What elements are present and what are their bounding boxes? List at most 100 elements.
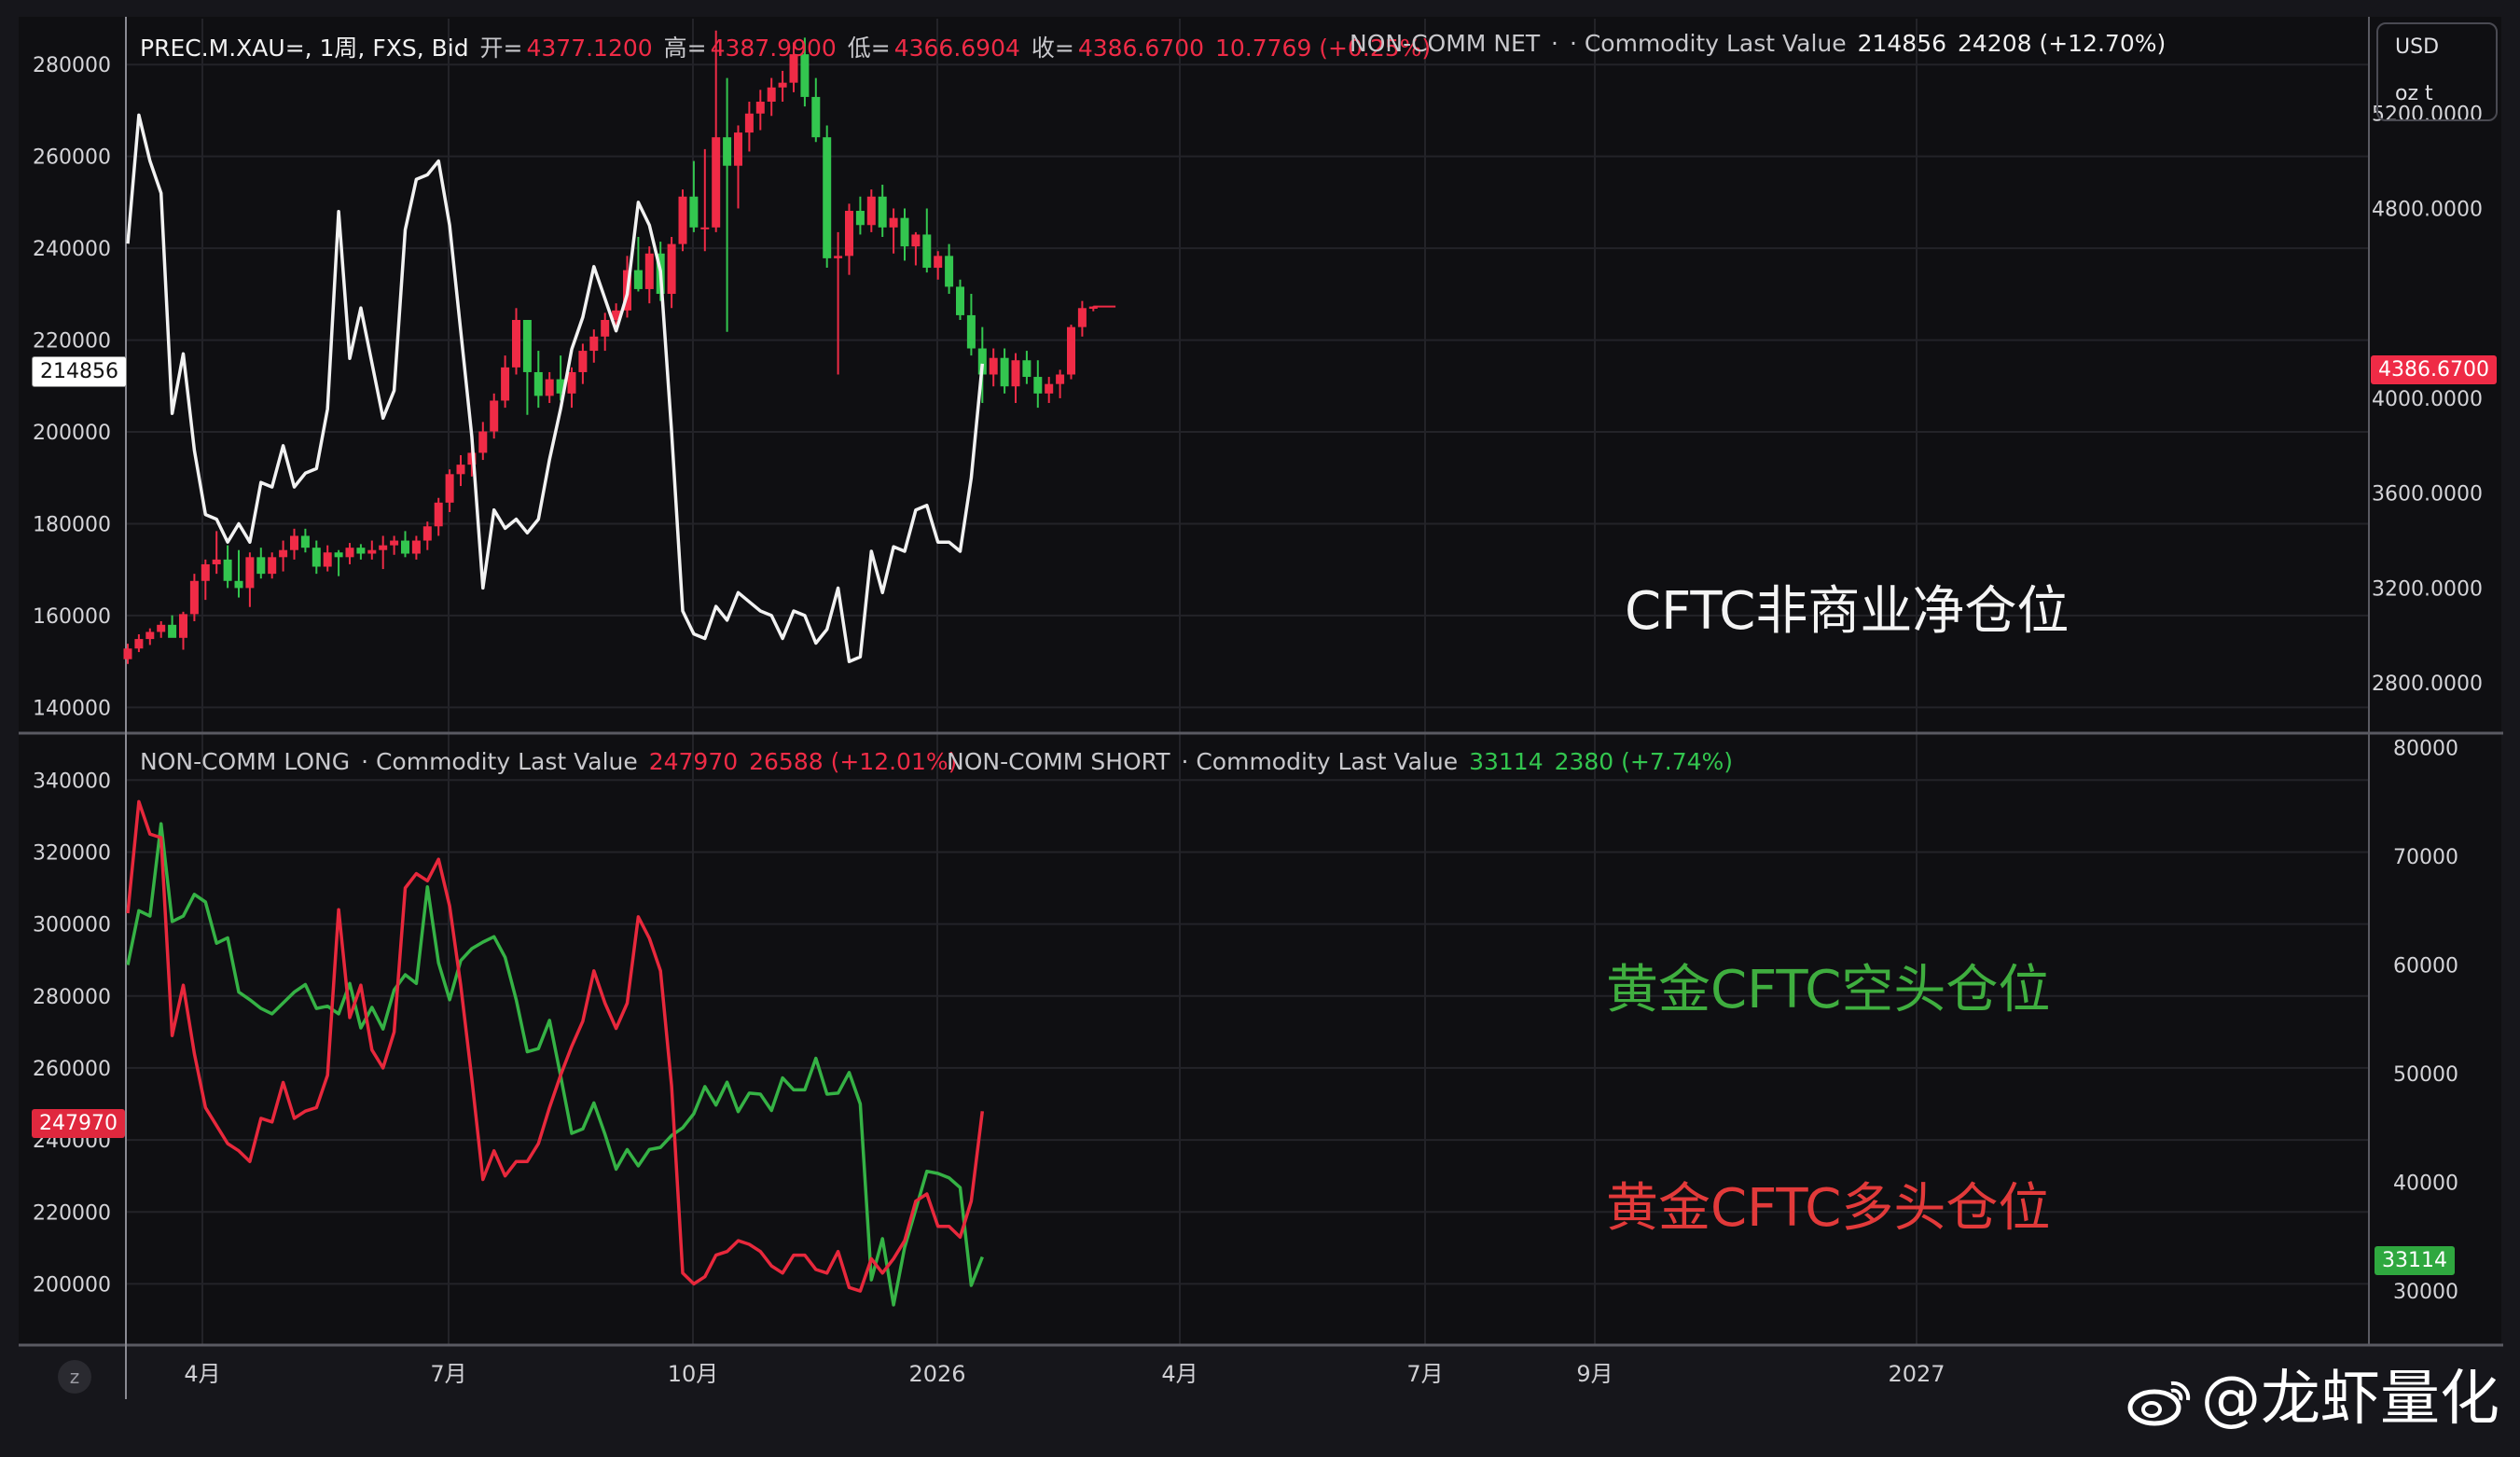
watermark: @龙虾量化 xyxy=(2126,1351,2499,1436)
candle-body xyxy=(945,256,954,287)
candle-body xyxy=(678,196,687,244)
left-axis-tick-top: 240000 xyxy=(33,238,111,261)
candle-body xyxy=(189,580,199,615)
weibo-logo-icon xyxy=(2127,1381,2191,1426)
candle-body xyxy=(401,540,409,554)
candle-body xyxy=(834,256,843,258)
long-change: 26588 (+12.01%) xyxy=(749,748,958,775)
right-axis-tick-bottom: 50000 xyxy=(2393,1063,2458,1087)
candle-body xyxy=(1000,357,1009,387)
x-axis-tick: 10月 xyxy=(668,1361,719,1387)
high-value: 4387.9900 xyxy=(710,35,837,62)
watermark-text: @龙虾量化 xyxy=(2201,1365,2499,1434)
close-label: 收= xyxy=(1031,35,1074,62)
candle-body xyxy=(123,648,132,659)
net-source: · Commodity Last Value xyxy=(1569,30,1847,57)
bottom-legend-short: NON-COMM SHORT · Commodity Last Value 33… xyxy=(947,748,1737,775)
candle-body xyxy=(445,474,454,503)
right-axis-tick-bottom: 70000 xyxy=(2393,846,2458,869)
short-source: · Commodity Last Value xyxy=(1181,748,1459,775)
candle-body xyxy=(212,559,221,564)
candle-body xyxy=(201,563,210,581)
candle-body xyxy=(1022,360,1032,378)
right-axis-tick-bottom: 60000 xyxy=(2393,955,2458,978)
left-axis-tick-top: 180000 xyxy=(33,513,111,536)
candle-body xyxy=(379,545,388,550)
left-axis-tick-bottom: 340000 xyxy=(33,770,111,793)
candle-body xyxy=(667,243,676,295)
chart-stage: 280000 260000 240000 220000 200000 180000 1600… xyxy=(0,0,2520,1453)
candle-body xyxy=(279,549,288,558)
candle-body xyxy=(312,548,321,567)
candle-body xyxy=(223,559,232,581)
x-axis-tick: 4月 xyxy=(184,1361,220,1387)
left-axis-tick-top: 260000 xyxy=(33,146,111,170)
candle-body xyxy=(956,286,964,315)
candle-body xyxy=(644,253,654,289)
left-axis-tick-bottom: 300000 xyxy=(33,914,111,937)
candle-body xyxy=(256,557,266,575)
candle-body xyxy=(1056,374,1065,384)
unit-selector[interactable]: USD oz t xyxy=(2376,22,2498,121)
candle-body xyxy=(911,234,921,247)
candle-body xyxy=(478,431,488,453)
short-annotation: 黄金CFTC空头仓位 xyxy=(1606,960,2051,1020)
x-axis-tick: 7月 xyxy=(1406,1361,1443,1387)
net-value: 214856 xyxy=(1857,30,1947,57)
open-value: 4377.1200 xyxy=(526,35,653,62)
candle-body xyxy=(300,535,310,548)
right-axis-tick-bottom: 80000 xyxy=(2393,738,2458,761)
right-axis-tick-top: 4000.0000 xyxy=(2372,388,2483,411)
candle-body xyxy=(845,211,853,257)
left-axis-tick-bottom: 200000 xyxy=(33,1273,111,1297)
candle-body xyxy=(633,270,643,289)
left-axis-tick-top: 220000 xyxy=(33,330,111,354)
candle-body xyxy=(434,502,443,527)
top-legend: PREC.M.XAU=, 1周, FXS, Bid 开= 4377.1200 高=… xyxy=(140,30,1434,63)
net-change: 24208 (+12.70%) xyxy=(1957,30,2167,57)
zoom-icon: z xyxy=(69,1366,80,1388)
candle-body xyxy=(723,137,732,166)
net-series-name[interactable]: NON-COMM NET xyxy=(1350,30,1540,57)
candle-body xyxy=(134,639,144,649)
long-series-name[interactable]: NON-COMM LONG xyxy=(140,748,350,775)
candle-body xyxy=(823,137,832,258)
short-change: 2380 (+7.74%) xyxy=(1554,748,1734,775)
candle-body xyxy=(755,102,765,114)
candle-body xyxy=(567,371,576,394)
net-annotation: CFTC非商业净仓位 xyxy=(1625,581,2070,642)
short-series-name[interactable]: NON-COMM SHORT xyxy=(947,748,1170,775)
candle-body xyxy=(878,196,887,228)
candle-body xyxy=(179,614,187,638)
long-value: 247970 xyxy=(648,748,739,775)
bottom-legend-long: NON-COMM LONG · Commodity Last Value 247… xyxy=(140,748,961,775)
x-axis-tick: 7月 xyxy=(430,1361,466,1387)
candle-body xyxy=(811,96,821,138)
left-axis-tick-top: 280000 xyxy=(33,54,111,77)
long-last-tag: 247970 xyxy=(32,1109,125,1138)
candle-body xyxy=(268,557,277,575)
x-axis-tick: 4月 xyxy=(1161,1361,1198,1387)
candle-body xyxy=(1067,326,1075,375)
candle-body xyxy=(934,256,943,269)
right-axis-tick-top: 4800.0000 xyxy=(2372,198,2483,221)
left-axis-tick-top: 160000 xyxy=(33,605,111,629)
high-label: 高= xyxy=(663,35,707,62)
right-axis-tick-bottom: 30000 xyxy=(2393,1281,2458,1304)
candle-body xyxy=(145,631,155,640)
symbol-label[interactable]: PREC.M.XAU=, 1周, FXS, Bid xyxy=(140,35,469,62)
candle-body xyxy=(168,624,177,638)
candle-body xyxy=(490,400,499,432)
candle-body xyxy=(578,351,588,372)
candle-body xyxy=(767,87,776,103)
candle-body xyxy=(922,234,932,269)
zoom-button[interactable]: z xyxy=(58,1360,91,1394)
candle-body xyxy=(522,320,532,372)
right-axis-tick-top: 3600.0000 xyxy=(2372,483,2483,506)
low-value: 4366.6904 xyxy=(893,35,1020,62)
candle-body xyxy=(889,217,898,228)
short-value: 33114 xyxy=(1469,748,1544,775)
candle-body xyxy=(689,196,699,228)
candle-body xyxy=(367,549,377,554)
candle-body xyxy=(712,137,721,228)
